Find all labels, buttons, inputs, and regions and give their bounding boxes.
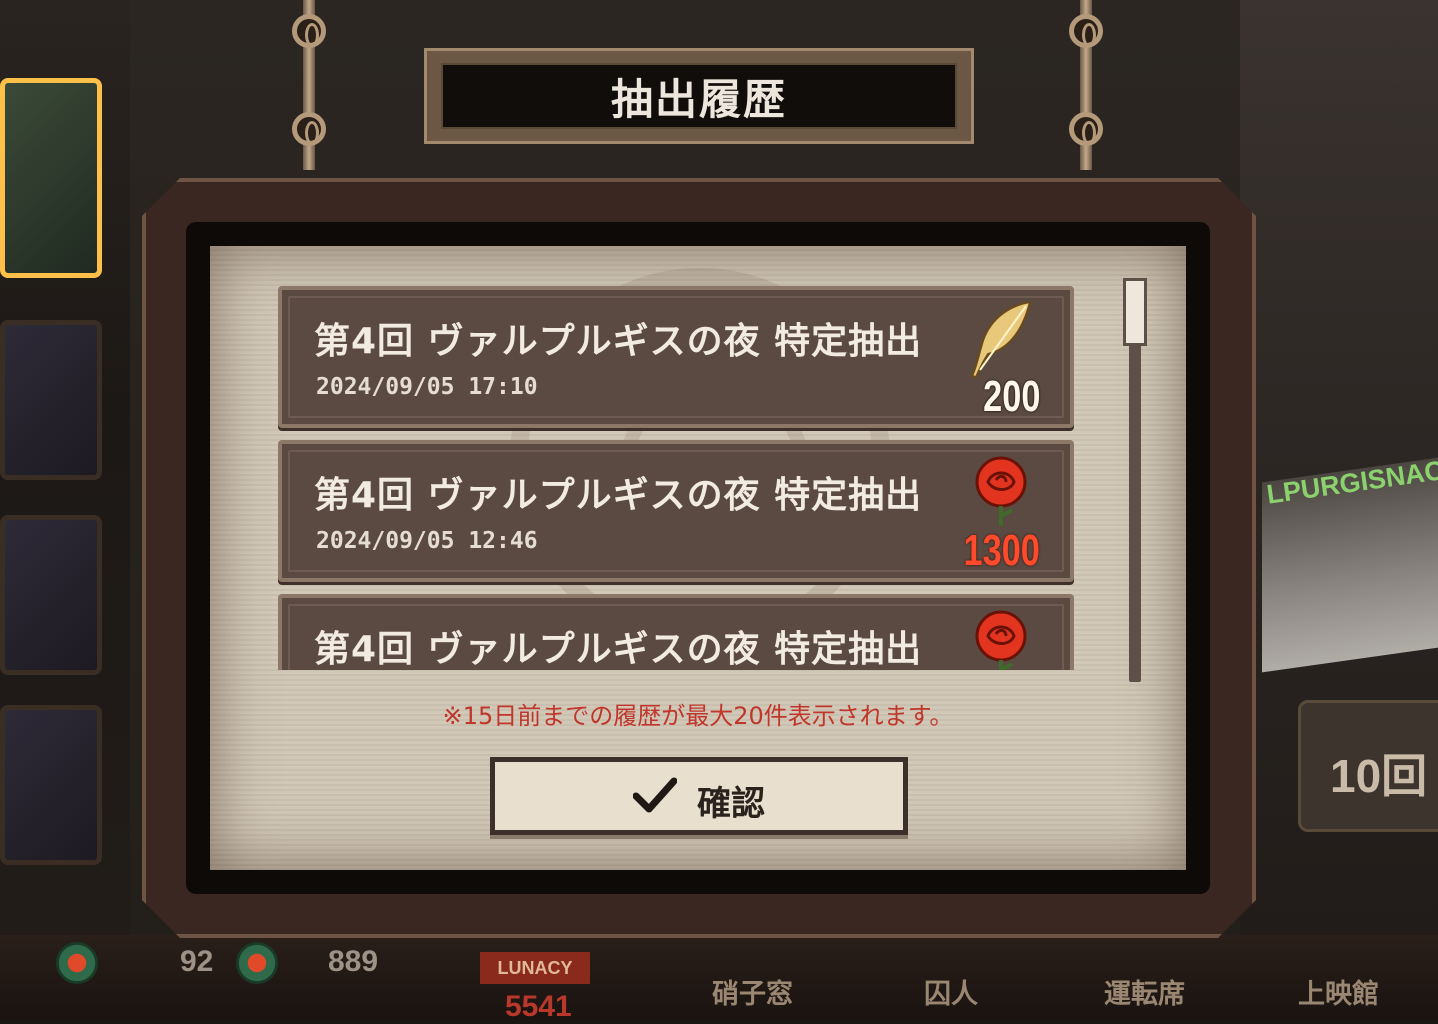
dialog-title-plate: 抽出履歴 — [424, 48, 974, 144]
stat-left: 92 — [180, 945, 214, 978]
wheel-icon — [236, 942, 278, 984]
lunacy-label: LUNACY — [480, 952, 590, 984]
history-entry[interactable]: 第4回 ヴァルプルギスの夜 特定抽出 — [278, 594, 1074, 670]
history-entry[interactable]: 第4回 ヴァルプルギスの夜 特定抽出 2024/09/05 17:10 200 — [278, 286, 1074, 428]
sidebar-card[interactable] — [0, 320, 102, 480]
checkmark-icon — [633, 777, 677, 813]
entry-title: 第4回 ヴァルプルギスの夜 特定抽出 — [314, 629, 923, 670]
entry-title: 第4回 ヴァルプルギスの夜 特定抽出 — [314, 321, 923, 362]
confirm-label: 確認 — [697, 784, 765, 824]
rose-icon — [975, 456, 1027, 526]
ten-pull-label: 10回 — [1330, 750, 1428, 802]
ring-icon — [1069, 14, 1103, 48]
history-entry[interactable]: 第4回 ヴァルプルギスの夜 特定抽出 2024/09/05 12:46 1300 — [278, 440, 1074, 582]
entry-cost: 1300 — [963, 526, 1040, 575]
nav-item-glass-window[interactable]: 硝子窓 — [712, 972, 793, 1011]
confirm-button[interactable]: 確認 — [490, 757, 908, 835]
entry-title: 第4回 ヴァルプルギスの夜 特定抽出 — [314, 475, 923, 516]
entry-date: 2024/09/05 17:10 — [316, 374, 538, 400]
feather-icon — [970, 300, 1032, 378]
rose-icon — [975, 610, 1027, 670]
stat-right: 889 — [328, 945, 379, 978]
sidebar-card[interactable] — [0, 705, 102, 865]
sidebar-card-active[interactable] — [0, 78, 102, 278]
ring-icon — [1069, 112, 1103, 146]
entry-cost: 200 — [982, 372, 1040, 421]
nav-item-prisoners[interactable]: 囚人 — [924, 972, 978, 1011]
wheel-icon — [56, 942, 98, 984]
dialog-title-inner: 抽出履歴 — [441, 63, 957, 129]
entry-date: 2024/09/05 12:46 — [316, 528, 538, 554]
nav-item-driver-seat[interactable]: 運転席 — [1104, 972, 1185, 1011]
sidebar-card[interactable] — [0, 515, 102, 675]
dialog-title: 抽出履歴 — [610, 74, 787, 124]
ring-icon — [292, 112, 326, 146]
scrollbar-thumb[interactable] — [1123, 278, 1147, 346]
history-list[interactable]: 第4回 ヴァルプルギスの夜 特定抽出 2024/09/05 17:10 200 … — [278, 284, 1080, 670]
ring-icon — [292, 14, 326, 48]
nav-item-theater[interactable]: 上映館 — [1298, 972, 1379, 1011]
history-notice: ※15日前までの履歴が最大20件表示されます。 — [442, 702, 954, 730]
